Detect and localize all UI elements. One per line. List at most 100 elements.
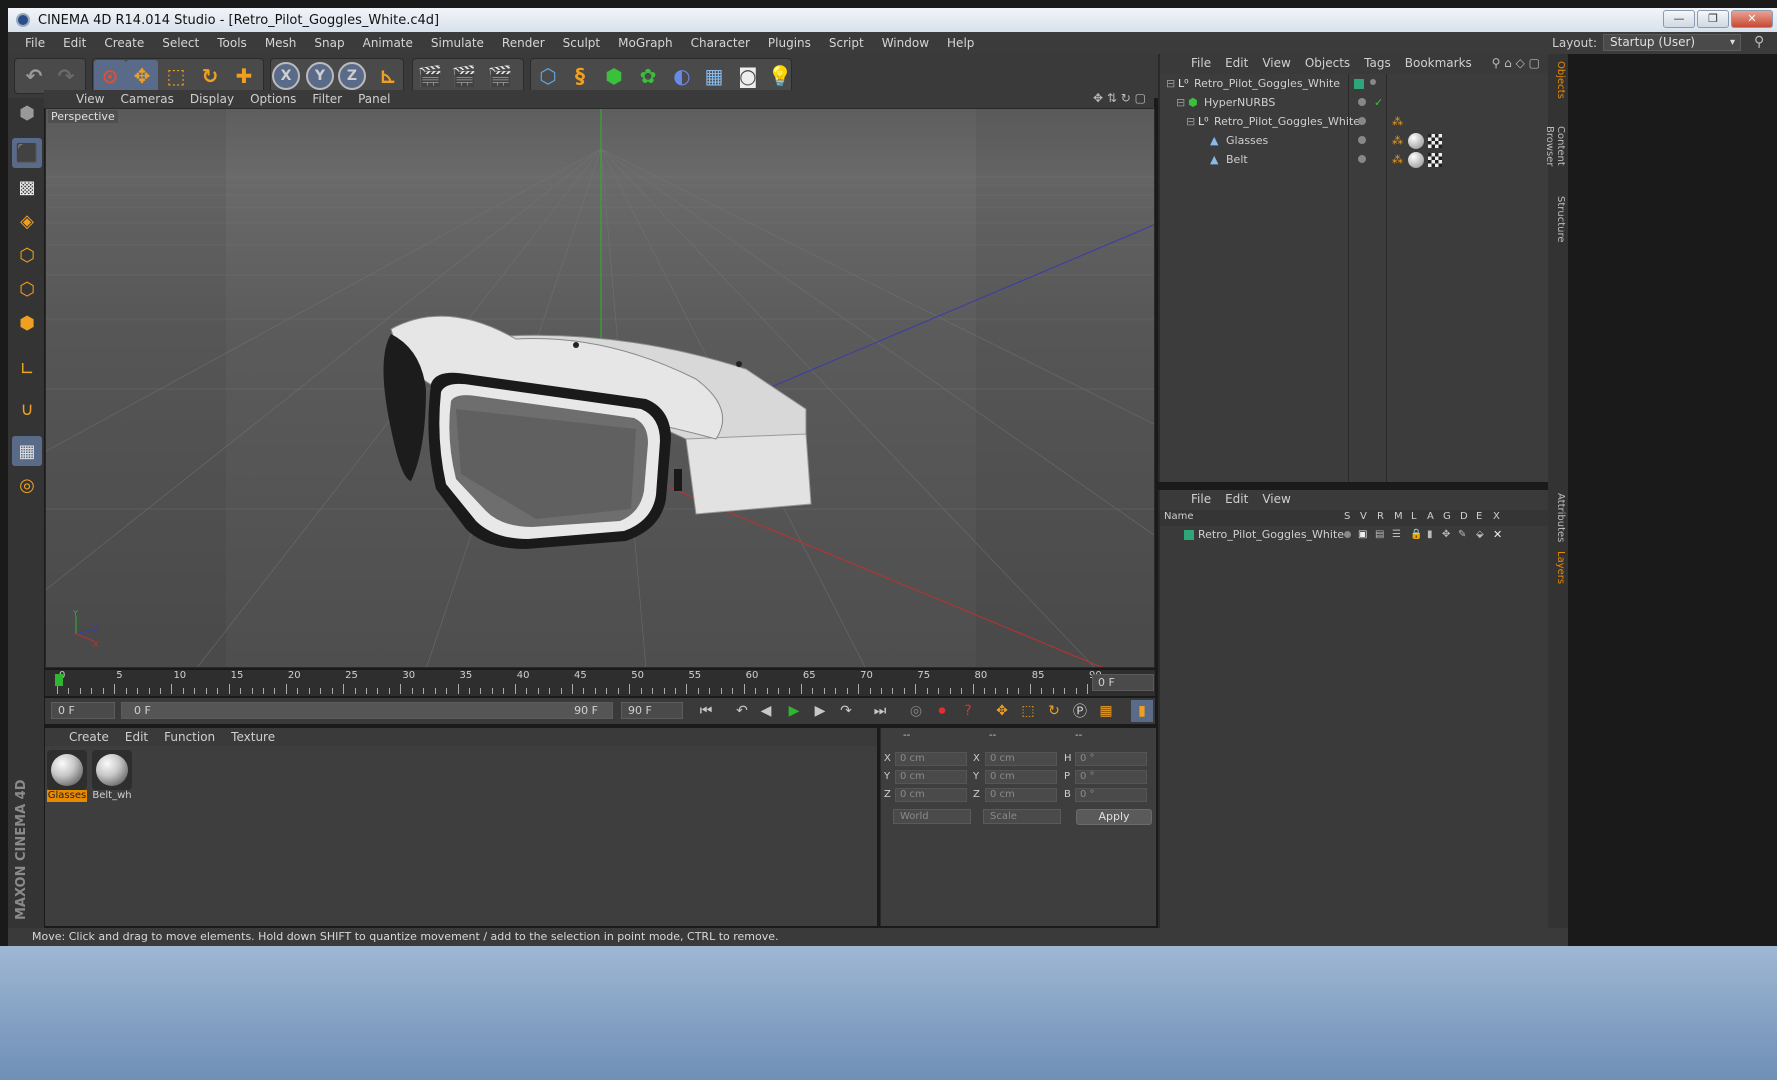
- deformers-toggle-icon[interactable]: ✎: [1458, 526, 1466, 544]
- menu-animate[interactable]: Animate: [354, 36, 422, 50]
- layer-col-l[interactable]: L: [1411, 511, 1417, 522]
- current-frame-field[interactable]: 0 F: [1092, 674, 1154, 691]
- visibility-dot[interactable]: [1358, 136, 1366, 144]
- object-row[interactable]: ▲ Belt ⁂: [1160, 151, 1550, 169]
- x-axis-lock-icon[interactable]: X: [272, 62, 300, 90]
- cube-primitive-icon[interactable]: ⬡: [532, 60, 564, 92]
- object-row[interactable]: ⊟ ⬢ HyperNURBS ✓: [1160, 94, 1550, 112]
- layer-col-a[interactable]: A: [1427, 511, 1434, 522]
- tab-content-browser[interactable]: Content Browser: [1544, 106, 1566, 186]
- prev-frame-icon[interactable]: ◀: [755, 700, 777, 722]
- redo-icon[interactable]: ↷: [50, 60, 82, 92]
- goto-end-icon[interactable]: ⏭: [869, 700, 891, 722]
- points-mode-icon[interactable]: ⬡: [12, 240, 42, 270]
- layer-col-x[interactable]: X: [1493, 511, 1500, 522]
- material-belt[interactable]: Belt_wh: [92, 750, 132, 802]
- material-menu-create[interactable]: Create: [61, 730, 117, 744]
- key-rotation-icon[interactable]: ↻: [1043, 700, 1065, 722]
- object-row[interactable]: ⊟ L⁰ Retro_Pilot_Goggles_White ⁂: [1160, 113, 1550, 131]
- rotate-tool-icon[interactable]: ↻: [194, 60, 226, 92]
- objects-menu-file[interactable]: File: [1184, 56, 1218, 70]
- manager-toggle-icon[interactable]: ☰: [1392, 526, 1401, 544]
- add-object-tool-icon[interactable]: ✚: [228, 60, 260, 92]
- expand-icon[interactable]: ⊟: [1186, 113, 1195, 131]
- menu-mograph[interactable]: MoGraph: [609, 36, 682, 50]
- uvw-tag-icon[interactable]: [1428, 134, 1442, 148]
- soft-selection-icon[interactable]: ◎: [12, 470, 42, 500]
- menu-edit[interactable]: Edit: [54, 36, 95, 50]
- layer-col-v[interactable]: V: [1360, 511, 1367, 522]
- render-toggle-icon[interactable]: ▤: [1375, 526, 1384, 544]
- end-frame-field[interactable]: 90 F: [621, 702, 683, 719]
- autokey-icon[interactable]: ⏺: [931, 700, 953, 722]
- y-axis-lock-icon[interactable]: Y: [306, 62, 334, 90]
- expressions-toggle-icon[interactable]: ⬙: [1476, 526, 1484, 544]
- light-icon[interactable]: 💡: [764, 60, 796, 92]
- key-pla-icon[interactable]: ▦: [1095, 700, 1117, 722]
- tab-objects[interactable]: Objects: [1550, 60, 1566, 100]
- viewport-menu-panel[interactable]: Panel: [350, 92, 398, 106]
- tab-layers[interactable]: Layers: [1550, 550, 1566, 586]
- layer-col-g[interactable]: G: [1443, 511, 1451, 522]
- position-z-field[interactable]: 0 cm: [895, 788, 967, 802]
- animation-toggle-icon[interactable]: ▮: [1427, 526, 1433, 544]
- viewport-nav-icons[interactable]: ✥ ⇅ ↻ ▢: [1093, 91, 1146, 105]
- lock-toggle-icon[interactable]: 🔒: [1410, 526, 1422, 544]
- timeline-ruler[interactable]: 051015202530354045505560657075808590: [45, 670, 1155, 696]
- spline-icon[interactable]: §: [564, 60, 596, 92]
- scale-tool-icon[interactable]: ⬚: [160, 60, 192, 92]
- menu-mesh[interactable]: Mesh: [256, 36, 306, 50]
- generators-toggle-icon[interactable]: ✥: [1442, 526, 1450, 544]
- apply-button[interactable]: Apply: [1076, 809, 1152, 825]
- phong-tag-icon[interactable]: ⁂: [1392, 132, 1403, 150]
- coordinate-mode-select[interactable]: World: [893, 809, 971, 824]
- material-tag-icon[interactable]: [1408, 152, 1424, 168]
- perspective-viewport[interactable]: Y Z X Perspective: [45, 108, 1155, 668]
- layer-col-r[interactable]: R: [1377, 511, 1384, 522]
- viewport-menu-display[interactable]: Display: [182, 92, 242, 106]
- layout-select[interactable]: Startup (User): [1603, 34, 1741, 51]
- uvw-tag-icon[interactable]: [1428, 153, 1442, 167]
- maximize-button[interactable]: ❐: [1697, 10, 1729, 28]
- layer-col-d[interactable]: D: [1460, 511, 1468, 522]
- playhead-marker[interactable]: [55, 674, 63, 686]
- render-picture-viewer-icon[interactable]: 🎬: [448, 60, 480, 92]
- rotation-h-field[interactable]: 0 °: [1075, 752, 1147, 766]
- menu-simulate[interactable]: Simulate: [422, 36, 493, 50]
- timeline-window-icon[interactable]: ▮: [1131, 700, 1153, 722]
- goto-prev-key-icon[interactable]: ↶: [731, 700, 753, 722]
- object-row[interactable]: ⊟ L⁰ Retro_Pilot_Goggles_White: [1160, 75, 1550, 93]
- object-row[interactable]: ▲ Glasses ⁂: [1160, 132, 1550, 150]
- objects-menu-objects[interactable]: Objects: [1298, 56, 1357, 70]
- workplane-mode-icon[interactable]: ◈: [12, 206, 42, 236]
- solo-toggle[interactable]: [1344, 531, 1351, 538]
- layers-menu-edit[interactable]: Edit: [1218, 492, 1255, 506]
- rotation-p-field[interactable]: 0 °: [1075, 770, 1147, 784]
- frame-range-slider[interactable]: 0 F 90 F: [121, 702, 613, 719]
- size-z-field[interactable]: 0 cm: [985, 788, 1057, 802]
- render-settings-icon[interactable]: 🎬: [484, 60, 516, 92]
- size-mode-select[interactable]: Scale: [983, 809, 1061, 824]
- layer-col-m[interactable]: M: [1394, 511, 1403, 522]
- layers-menu-file[interactable]: File: [1184, 492, 1218, 506]
- search-icon[interactable]: ⚲: [1754, 34, 1770, 50]
- menu-file[interactable]: File: [16, 36, 54, 50]
- view-toggle-icon[interactable]: ▣: [1358, 526, 1367, 544]
- key-param-icon[interactable]: Ⓟ: [1069, 700, 1091, 722]
- deformer-icon[interactable]: ◐: [666, 60, 698, 92]
- menu-select[interactable]: Select: [153, 36, 208, 50]
- z-axis-lock-icon[interactable]: Z: [338, 62, 366, 90]
- start-frame-field[interactable]: 0 F: [51, 702, 115, 719]
- key-scale-icon[interactable]: ⬚: [1017, 700, 1039, 722]
- visibility-dot[interactable]: [1358, 155, 1366, 163]
- close-button[interactable]: ✕: [1731, 10, 1773, 28]
- minimize-button[interactable]: —: [1663, 10, 1695, 28]
- menu-create[interactable]: Create: [95, 36, 153, 50]
- edges-mode-icon[interactable]: ⬡: [12, 274, 42, 304]
- coordinate-system-icon[interactable]: ⊾: [372, 60, 404, 92]
- make-editable-icon[interactable]: ⬢: [12, 98, 42, 128]
- expand-icon[interactable]: ⊟: [1166, 75, 1175, 93]
- move-tool-icon[interactable]: ✥: [126, 60, 158, 92]
- menu-snap[interactable]: Snap: [305, 36, 353, 50]
- texture-mode-icon[interactable]: ▩: [12, 172, 42, 202]
